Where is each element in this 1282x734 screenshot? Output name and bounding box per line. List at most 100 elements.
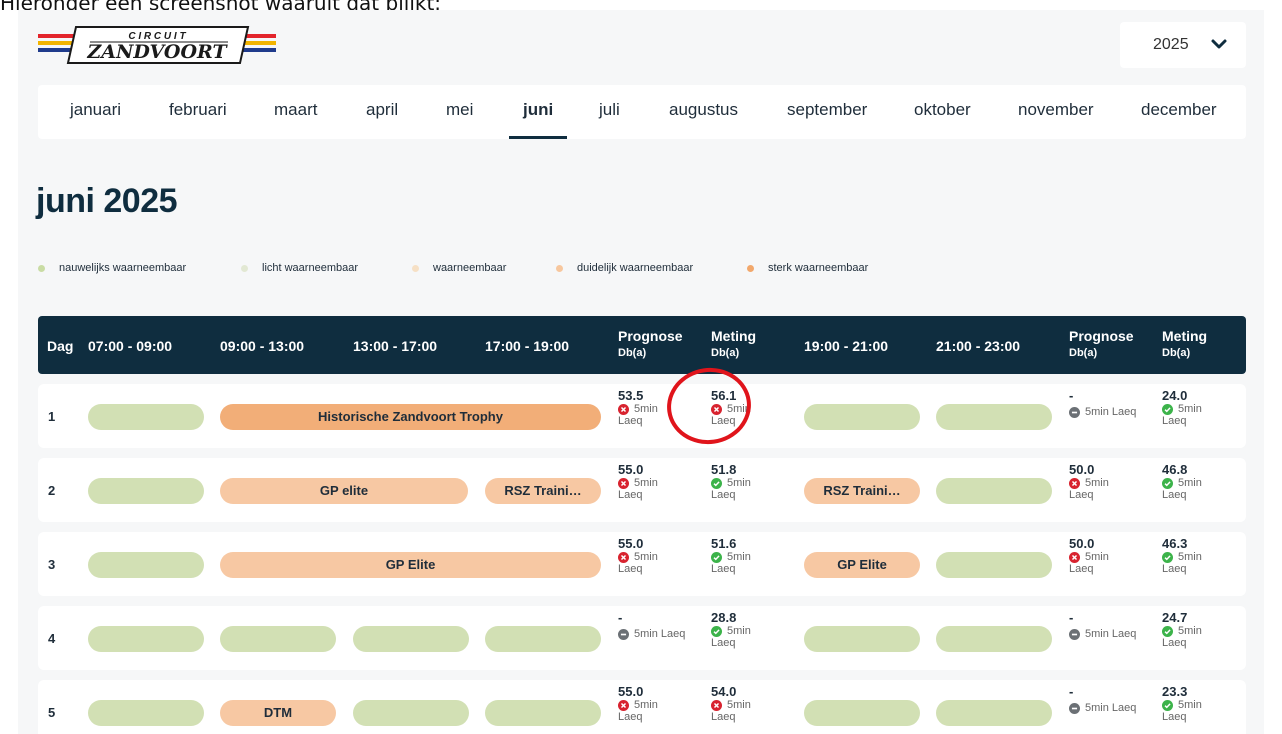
event-historische-zandvoort-trophy[interactable]: Historische Zandvoort Trophy	[220, 404, 601, 430]
green-check-icon	[1162, 625, 1173, 637]
slot-2100-2300[interactable]	[936, 478, 1052, 504]
legend-item: waarneembaar	[412, 262, 506, 274]
green-check-icon	[711, 625, 722, 637]
grey-minus-icon	[1069, 406, 1080, 418]
legend-dot	[38, 264, 45, 272]
legend-item: duidelijk waarneembaar	[556, 262, 693, 274]
meting-2-value: 46.8 5min Laeq	[1162, 462, 1202, 501]
col-2100-2300: 21:00 - 23:00	[936, 338, 1021, 354]
day-number: 4	[48, 631, 56, 646]
tab-december[interactable]: december	[1141, 85, 1217, 139]
prognose-1-value: 55.0 5min Laeq	[618, 684, 658, 723]
tab-januari[interactable]: januari	[70, 85, 121, 139]
col-dag: Dag	[47, 338, 74, 354]
meting-2-value: 24.0 5min Laeq	[1162, 388, 1202, 427]
legend-label: nauwelijks waarneembaar	[59, 262, 187, 274]
col-prognose-1: Prognose Db(a)	[618, 328, 683, 360]
col-meting-2: Meting Db(a)	[1162, 328, 1208, 360]
meting-1-value: 28.8 5min Laeq	[711, 610, 751, 649]
legend-dot	[556, 264, 563, 272]
meting-2-value: 46.3 5min Laeq	[1162, 536, 1202, 575]
col-1700-1900: 17:00 - 19:00	[485, 338, 570, 354]
prognose-1-value: 53.5 5min Laeq	[618, 388, 658, 427]
prognose-1-value: -5min Laeq	[618, 610, 686, 640]
red-x-icon	[618, 551, 629, 563]
prognose-1-value: 55.0 5min Laeq	[618, 462, 658, 501]
legend-item: nauwelijks waarneembaar	[38, 262, 186, 274]
legend-item: licht waarneembaar	[241, 262, 358, 274]
slot-0700-0900[interactable]	[88, 478, 204, 504]
legend-label: sterk waarneembaar	[768, 262, 869, 274]
legend-label: duidelijk waarneembaar	[577, 262, 694, 274]
slot-2100-2300[interactable]	[936, 404, 1052, 430]
slot-2100-2300[interactable]	[936, 626, 1052, 652]
day-number: 3	[48, 557, 56, 572]
event-rsz-training[interactable]: RSZ Traini…	[485, 478, 601, 504]
slot-1900-2100[interactable]	[804, 404, 920, 430]
event-rsz-training-evening[interactable]: RSZ Traini…	[804, 478, 920, 504]
slot-0700-0900[interactable]	[88, 700, 204, 726]
tab-februari[interactable]: februari	[169, 85, 227, 139]
tab-september[interactable]: september	[787, 85, 867, 139]
slot-1900-2100[interactable]	[804, 700, 920, 726]
month-tabs: januari februari maart april mei juni ju…	[38, 85, 1246, 139]
meting-2-value: 24.7 5min Laeq	[1162, 610, 1202, 649]
slot-1300-1700[interactable]	[353, 700, 469, 726]
slot-1700-1900[interactable]	[485, 626, 601, 652]
year-select[interactable]: 2025	[1120, 22, 1246, 68]
tab-november[interactable]: november	[1018, 85, 1094, 139]
prognose-2-value: -5min Laeq	[1069, 388, 1137, 418]
tab-april[interactable]: april	[366, 85, 398, 139]
prognose-2-value: 50.0 5min Laeq	[1069, 462, 1109, 501]
col-0900-1300: 09:00 - 13:00	[220, 338, 305, 354]
tab-augustus[interactable]: augustus	[669, 85, 738, 139]
event-gp-elite[interactable]: GP Elite	[220, 552, 601, 578]
legend-dot	[412, 264, 419, 272]
meting-1-value: 51.8 5min Laeq	[711, 462, 751, 501]
event-gp-elite[interactable]: GP elite	[220, 478, 468, 504]
tab-oktober[interactable]: oktober	[914, 85, 971, 139]
event-dtm[interactable]: DTM	[220, 700, 336, 726]
circuit-zandvoort-logo[interactable]: C I R C U I T ZANDVOORT	[38, 25, 276, 65]
tab-mei[interactable]: mei	[446, 85, 473, 139]
slot-0700-0900[interactable]	[88, 552, 204, 578]
red-x-icon	[618, 403, 629, 415]
col-meting-1: Meting Db(a)	[711, 328, 757, 360]
green-check-icon	[711, 551, 722, 563]
slot-1900-2100[interactable]	[804, 626, 920, 652]
grey-minus-icon	[618, 628, 629, 640]
meting-1-value: 54.0 5min Laeq	[711, 684, 751, 723]
event-gp-elite-evening[interactable]: GP Elite	[804, 552, 920, 578]
slot-0700-0900[interactable]	[88, 626, 204, 652]
meting-2-value: 23.3 5min Laeq	[1162, 684, 1202, 723]
slot-0900-1300[interactable]	[220, 626, 336, 652]
logo-main-text: ZANDVOORT	[86, 41, 228, 63]
table-row-day-2: 2 GP elite RSZ Traini… 55.0 5min Laeq 51.8…	[38, 458, 1246, 522]
tab-maart[interactable]: maart	[274, 85, 317, 139]
day-number: 2	[48, 483, 56, 498]
green-check-icon	[711, 477, 722, 489]
table-header: Dag 07:00 - 09:00 09:00 - 13:00 13:00 - …	[38, 316, 1246, 374]
col-prognose-2: Prognose Db(a)	[1069, 328, 1134, 360]
slot-2100-2300[interactable]	[936, 700, 1052, 726]
page-title: juni 2025	[36, 182, 178, 220]
col-0700-0900: 07:00 - 09:00	[88, 338, 173, 354]
grey-minus-icon	[1069, 628, 1080, 640]
table-row-day-5: 5 DTM 55.0 5min Laeq 54.0 5min Laeq -5min La…	[38, 680, 1246, 734]
tab-juli[interactable]: juli	[599, 85, 620, 139]
chevron-down-icon	[1211, 39, 1227, 49]
table-row-day-3: 3 GP Elite 55.0 5min Laeq 51.6 5min Laeq GP …	[38, 532, 1246, 596]
red-x-icon	[618, 699, 629, 711]
slot-1700-1900[interactable]	[485, 700, 601, 726]
red-x-icon	[618, 477, 629, 489]
red-x-icon	[1069, 477, 1080, 489]
legend-dot	[747, 264, 754, 272]
slot-1300-1700[interactable]	[353, 626, 469, 652]
prognose-1-value: 55.0 5min Laeq	[618, 536, 658, 575]
slot-2100-2300[interactable]	[936, 552, 1052, 578]
slot-0700-0900[interactable]	[88, 404, 204, 430]
col-1300-1700: 13:00 - 17:00	[353, 338, 438, 354]
tab-juni[interactable]: juni	[508, 85, 568, 139]
day-number: 1	[48, 409, 56, 424]
prognose-2-value: -5min Laeq	[1069, 610, 1137, 640]
